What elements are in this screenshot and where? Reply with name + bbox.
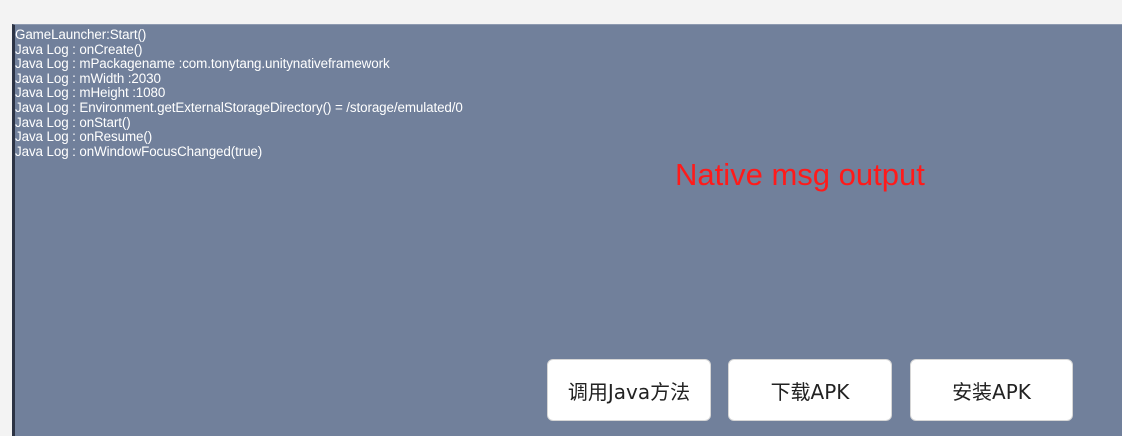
- log-line: Java Log : mWidth :2030: [15, 70, 161, 86]
- native-msg-output: Native msg output: [675, 157, 925, 192]
- log-line: Java Log : mPackagename :com.tonytang.un…: [15, 56, 390, 72]
- log-line: Java Log : onCreate(): [15, 41, 143, 57]
- install-apk-button[interactable]: 安装APK: [910, 359, 1073, 421]
- log-line: Java Log : Environment.getExternalStorag…: [15, 99, 463, 115]
- log-line: Java Log : mHeight :1080: [15, 85, 166, 101]
- log-output: GameLauncher:Start() Java Log : onCreate…: [15, 27, 463, 159]
- download-apk-button[interactable]: 下载APK: [728, 359, 892, 421]
- log-line: Java Log : onStart(): [15, 114, 131, 130]
- log-line: Java Log : onResume(): [15, 129, 153, 145]
- game-view: GameLauncher:Start() Java Log : onCreate…: [12, 24, 1122, 436]
- log-line: GameLauncher:Start(): [15, 27, 147, 42]
- log-line: Java Log : onWindowFocusChanged(true): [15, 143, 263, 159]
- app-frame: GameLauncher:Start() Java Log : onCreate…: [0, 0, 1122, 436]
- call-java-method-button[interactable]: 调用Java方法: [547, 359, 711, 421]
